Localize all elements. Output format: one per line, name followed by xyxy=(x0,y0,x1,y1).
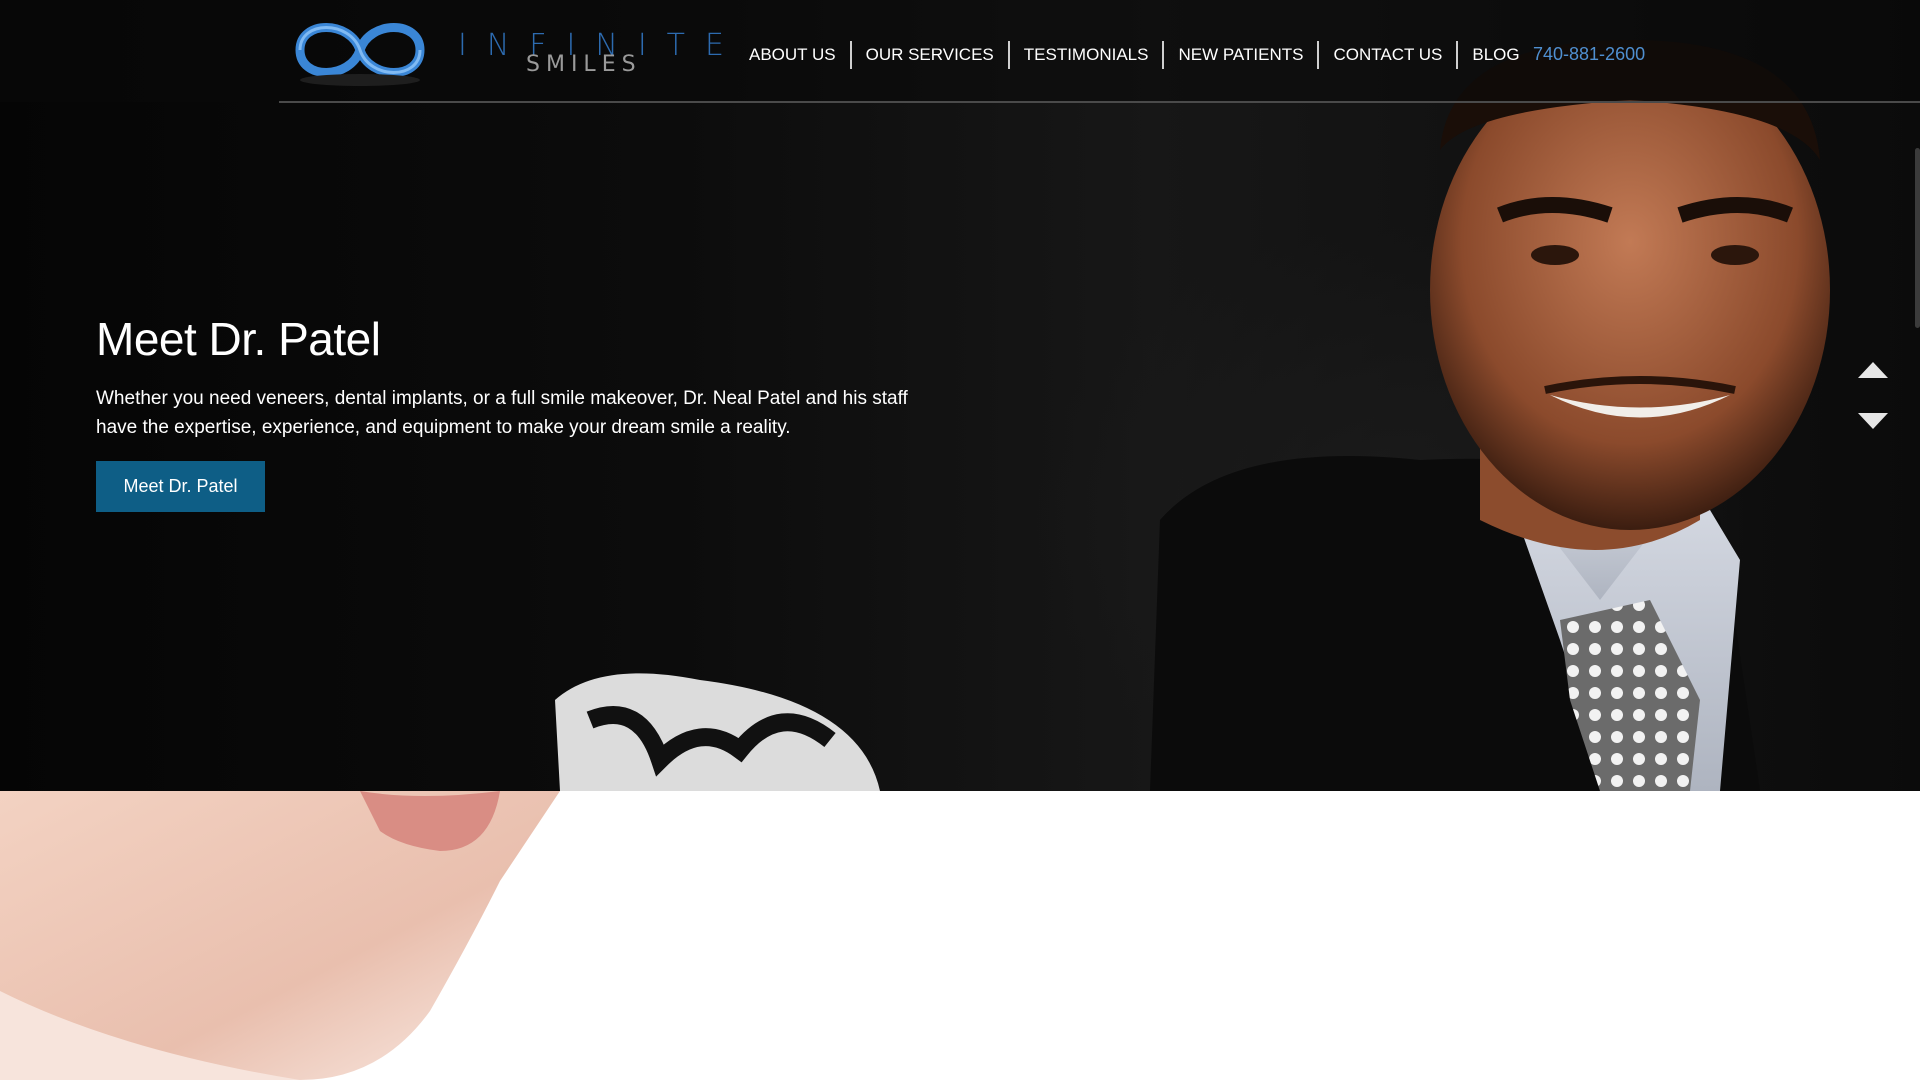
nav-our-services[interactable]: OUR SERVICES xyxy=(852,41,1010,69)
main-nav: ABOUT US OUR SERVICES TESTIMONIALS NEW P… xyxy=(735,40,1534,70)
logo-wordmark-bottom: SMILES xyxy=(526,52,642,77)
infinity-logo-icon xyxy=(295,23,425,86)
chevron-down-icon[interactable] xyxy=(1858,413,1888,429)
nav-new-patients[interactable]: NEW PATIENTS xyxy=(1164,41,1320,69)
scrollbar[interactable] xyxy=(1915,148,1920,328)
hero-section: INFINITE SMILES ABOUT US OUR SERVICES TE… xyxy=(0,0,1920,791)
nav-contact-us[interactable]: CONTACT US xyxy=(1319,41,1459,69)
meet-dr-patel-button[interactable]: Meet Dr. Patel xyxy=(96,461,265,512)
nav-about-us[interactable]: ABOUT US xyxy=(735,41,852,69)
lower-section xyxy=(0,791,1920,1080)
nav-blog[interactable]: BLOG xyxy=(1458,41,1533,69)
hero-description: Whether you need veneers, dental implant… xyxy=(96,388,908,438)
nav-testimonials[interactable]: TESTIMONIALS xyxy=(1010,41,1165,69)
phone-number-link[interactable]: 740-881-2600 xyxy=(1533,44,1645,65)
woman-chin-photo xyxy=(0,791,560,1080)
hero-title: Meet Dr. Patel xyxy=(96,313,381,365)
chevron-up-icon[interactable] xyxy=(1858,362,1888,378)
header-divider xyxy=(279,101,1920,103)
